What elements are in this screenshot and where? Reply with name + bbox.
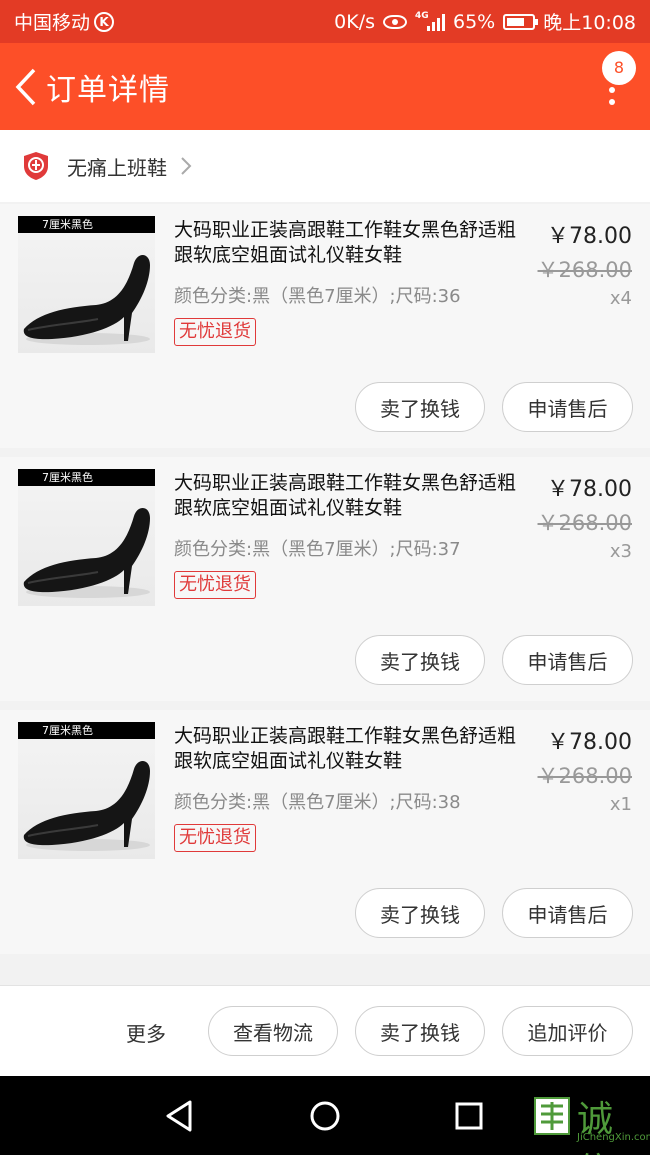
app-header: 订单详情 8 — [0, 43, 650, 130]
shoe-picture — [23, 760, 150, 851]
sell-button[interactable]: 卖了换钱 — [355, 382, 485, 432]
after-sale-button[interactable]: 申请售后 — [502, 888, 633, 938]
signal-icon: 4G — [415, 10, 445, 31]
eye-icon — [383, 14, 407, 29]
carrier-k-icon: K — [94, 11, 115, 32]
quantity: x3 — [609, 541, 632, 562]
product-name[interactable]: 大码职业正装高跟鞋工作鞋女黑色舒适粗跟软底空姐面试礼仪鞋女鞋 — [174, 471, 524, 521]
original-price: ￥268.00 — [537, 258, 632, 282]
sell-button[interactable]: 卖了换钱 — [355, 635, 485, 685]
product-price: ￥78.00 — [547, 477, 632, 502]
product-image[interactable]: 7厘米黑色 — [18, 216, 155, 353]
product-sku: 颜色分类:黑（黑色7厘米）;尺码:36 — [174, 286, 461, 307]
clock: 晚上10:08 — [543, 12, 636, 34]
product-sku: 颜色分类:黑（黑色7厘米）;尺码:37 — [174, 539, 461, 560]
original-price: ￥268.00 — [537, 511, 632, 535]
service-tag: 无忧退货 — [174, 571, 256, 599]
product-image-tag: 7厘米黑色 — [18, 722, 155, 739]
product-sku: 颜色分类:黑（黑色7厘米）;尺码:38 — [174, 792, 461, 813]
order-item: 7厘米黑色 大码职业正装高跟鞋工作鞋女黑色舒适粗跟软底空姐面试礼仪鞋女鞋 颜色分… — [0, 710, 650, 954]
status-indicators: 0K/s 4G 65% 晚上10:08 — [334, 8, 636, 35]
product-price: ￥78.00 — [547, 224, 632, 249]
after-sale-button[interactable]: 申请售后 — [502, 635, 633, 685]
order-item: 7厘米黑色 大码职业正装高跟鞋工作鞋女黑色舒适粗跟软底空姐面试礼仪鞋女鞋 颜色分… — [0, 204, 650, 448]
back-arrow-icon[interactable] — [6, 57, 46, 117]
service-tag: 无忧退货 — [174, 824, 256, 852]
network-type: 4G — [415, 10, 429, 21]
sell-button[interactable]: 卖了换钱 — [355, 888, 485, 938]
back-triangle-icon[interactable] — [160, 1096, 200, 1136]
net-speed: 0K/s — [334, 10, 375, 33]
product-image[interactable]: 7厘米黑色 — [18, 469, 155, 606]
carrier: 中国移动 K — [14, 8, 115, 35]
carrier-name: 中国移动 — [14, 12, 91, 34]
quantity: x4 — [609, 288, 632, 309]
service-tag: 无忧退货 — [174, 318, 256, 346]
recents-square-icon[interactable] — [449, 1096, 489, 1136]
notification-badge[interactable]: 8 — [602, 51, 636, 85]
home-circle-icon[interactable] — [305, 1096, 345, 1136]
product-image-tag: 7厘米黑色 — [18, 216, 155, 233]
after-sale-button[interactable]: 申请售后 — [502, 382, 633, 432]
product-name[interactable]: 大码职业正装高跟鞋工作鞋女黑色舒适粗跟软底空姐面试礼仪鞋女鞋 — [174, 218, 524, 268]
watermark: 诚信 JiChengXin.com — [533, 1090, 650, 1155]
chevron-right-icon — [181, 157, 192, 175]
add-review-button[interactable]: 追加评价 — [502, 1006, 633, 1056]
battery-icon — [503, 13, 539, 30]
watermark-text: 诚信 — [577, 1099, 615, 1155]
shoe-picture — [23, 254, 150, 345]
shoe-picture — [23, 507, 150, 598]
order-item: 7厘米黑色 大码职业正装高跟鞋工作鞋女黑色舒适粗跟软底空姐面试礼仪鞋女鞋 颜色分… — [0, 457, 650, 701]
shop-name: 无痛上班鞋 — [67, 155, 167, 180]
sell-button[interactable]: 卖了换钱 — [355, 1006, 485, 1056]
product-price: ￥78.00 — [547, 730, 632, 755]
quantity: x1 — [609, 794, 632, 815]
watermark-logo-icon — [534, 1097, 570, 1135]
more-button[interactable]: 更多 — [126, 1018, 166, 1047]
original-price: ￥268.00 — [537, 764, 632, 788]
battery-percent: 65% — [453, 10, 496, 33]
product-name[interactable]: 大码职业正装高跟鞋工作鞋女黑色舒适粗跟软底空姐面试礼仪鞋女鞋 — [174, 724, 524, 774]
watermark-subtext: JiChengXin.com — [577, 1132, 650, 1143]
view-logistics-button[interactable]: 查看物流 — [208, 1006, 338, 1056]
order-action-bar: 更多 查看物流 卖了换钱 追加评价 — [0, 985, 650, 1076]
shop-row[interactable]: 无痛上班鞋 — [0, 130, 650, 202]
page-title: 订单详情 — [46, 72, 170, 108]
enterprise-shield-icon — [24, 152, 48, 180]
product-image-tag: 7厘米黑色 — [18, 469, 155, 486]
status-bar: 中国移动 K 0K/s 4G 65% 晚上10:08 — [0, 0, 650, 43]
product-image[interactable]: 7厘米黑色 — [18, 722, 155, 859]
